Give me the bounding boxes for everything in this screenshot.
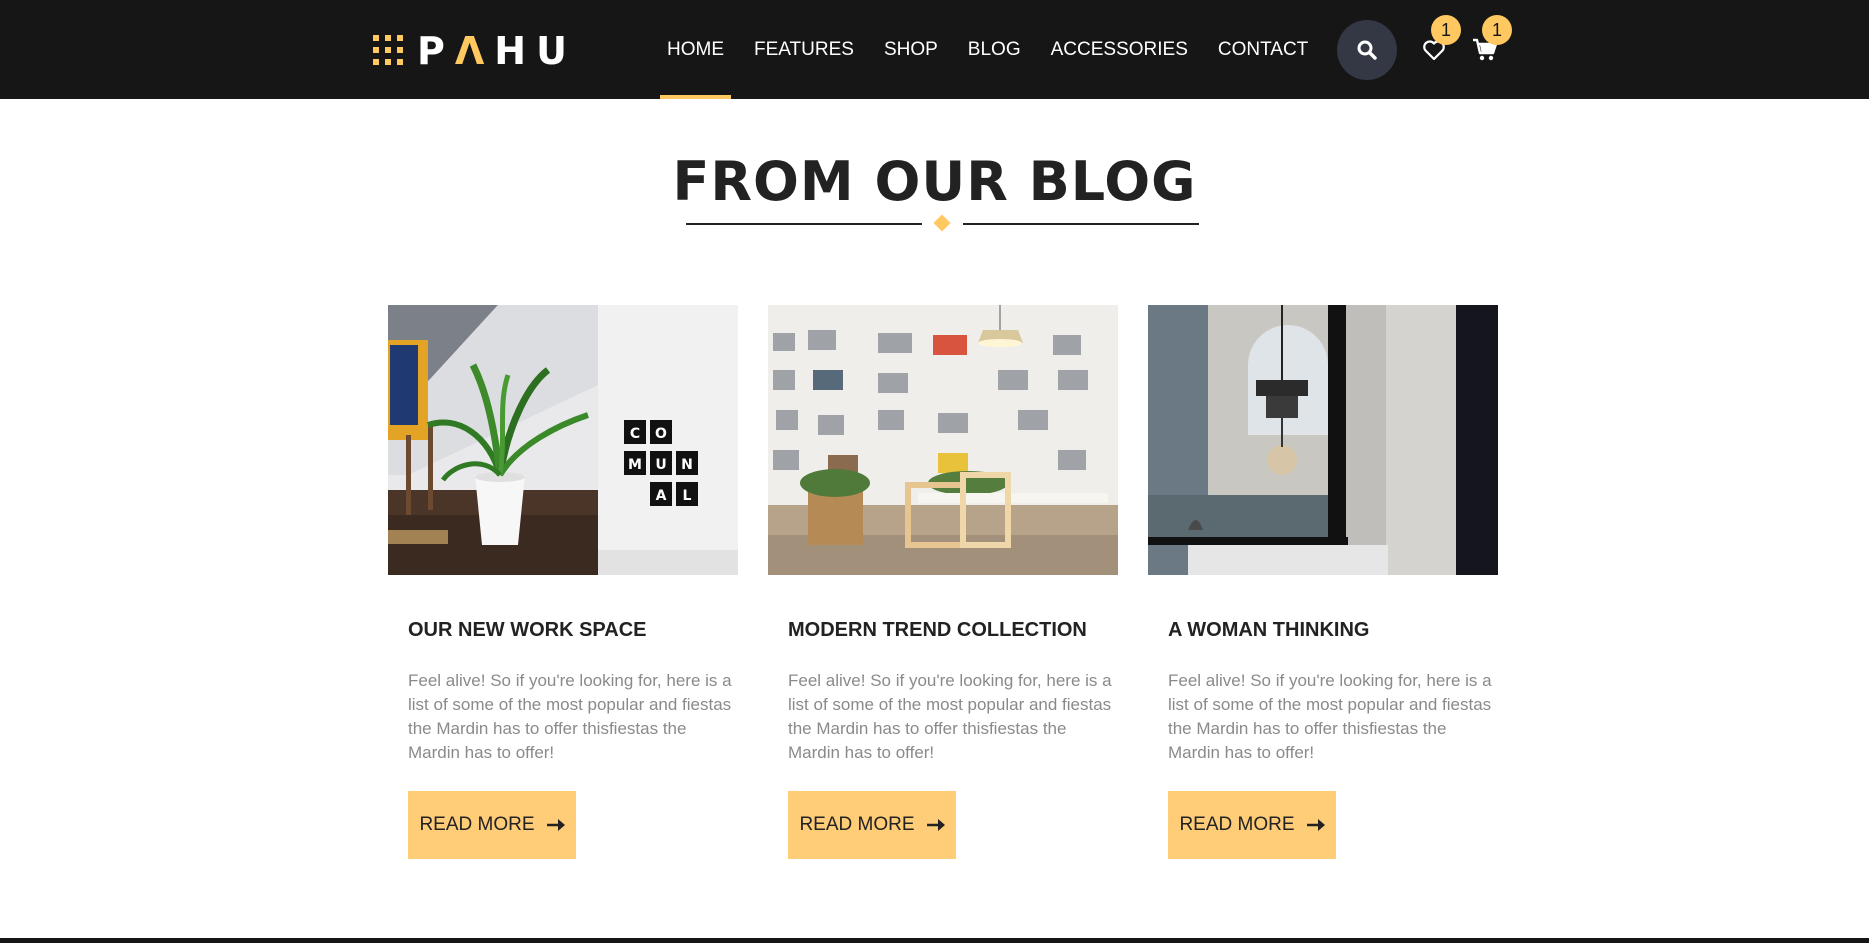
blog-card-excerpt: Feel alive! So if you're looking for, he… xyxy=(788,671,1112,762)
search-icon xyxy=(1357,40,1377,60)
cart-count-badge: 1 xyxy=(1482,15,1512,45)
svg-text:U: U xyxy=(655,457,666,473)
title-divider-left xyxy=(686,223,922,225)
svg-text:M: M xyxy=(628,457,642,473)
read-more-label: READ MORE xyxy=(419,814,535,835)
diamond-icon xyxy=(933,214,951,232)
footer-bar xyxy=(0,938,1869,943)
blog-card: A WOMAN THINKING Feel alive! So if you'r… xyxy=(1148,305,1498,859)
section-title: FROM OUR BLOG xyxy=(672,150,1197,213)
main-nav: HOME FEATURES SHOP BLOG ACCESSORIES CONT… xyxy=(660,0,1331,99)
wishlist-count-badge: 1 xyxy=(1431,15,1461,45)
nav-item-shop[interactable]: SHOP xyxy=(877,0,945,99)
blog-card-image[interactable]: C O M U N A L xyxy=(388,305,738,575)
svg-text:N: N xyxy=(681,457,693,473)
blog-card: MODERN TREND COLLECTION Feel alive! So i… xyxy=(768,305,1118,859)
blog-card-image[interactable] xyxy=(1148,305,1498,575)
arrow-right-icon xyxy=(1306,819,1325,831)
blog-card-title[interactable]: MODERN TREND COLLECTION xyxy=(788,619,1087,642)
read-more-label: READ MORE xyxy=(799,814,915,835)
svg-text:C: C xyxy=(630,426,640,442)
logo[interactable]: PΛHU xyxy=(373,29,577,73)
blog-card-title[interactable]: OUR NEW WORK SPACE xyxy=(408,619,647,642)
search-button[interactable] xyxy=(1337,20,1397,80)
blog-card-title[interactable]: A WOMAN THINKING xyxy=(1168,619,1369,642)
logo-grid-icon xyxy=(373,35,405,67)
nav-item-blog[interactable]: BLOG xyxy=(961,0,1028,99)
logo-text: PΛHU xyxy=(417,29,577,73)
svg-text:L: L xyxy=(683,488,692,504)
blog-card-excerpt: Feel alive! So if you're looking for, he… xyxy=(1168,671,1492,762)
nav-item-home[interactable]: HOME xyxy=(660,0,731,99)
nav-item-contact[interactable]: CONTACT xyxy=(1211,0,1315,99)
blog-card: C O M U N A L OUR NEW WORK SPACE Feel al… xyxy=(388,305,738,859)
nav-item-accessories[interactable]: ACCESSORIES xyxy=(1044,0,1195,99)
read-more-button[interactable]: READ MORE xyxy=(408,791,576,859)
svg-text:A: A xyxy=(656,488,667,504)
svg-text:O: O xyxy=(655,426,667,442)
read-more-button[interactable]: READ MORE xyxy=(1168,791,1336,859)
arrow-right-icon xyxy=(546,819,565,831)
read-more-button[interactable]: READ MORE xyxy=(788,791,956,859)
read-more-label: READ MORE xyxy=(1179,814,1295,835)
arrow-right-icon xyxy=(926,819,945,831)
title-divider-right xyxy=(963,223,1199,225)
nav-item-features[interactable]: FEATURES xyxy=(747,0,861,99)
blog-card-excerpt: Feel alive! So if you're looking for, he… xyxy=(408,671,732,762)
site-header: PΛHU HOME FEATURES SHOP BLOG ACCESSORIES… xyxy=(0,0,1869,99)
blog-card-image[interactable] xyxy=(768,305,1118,575)
